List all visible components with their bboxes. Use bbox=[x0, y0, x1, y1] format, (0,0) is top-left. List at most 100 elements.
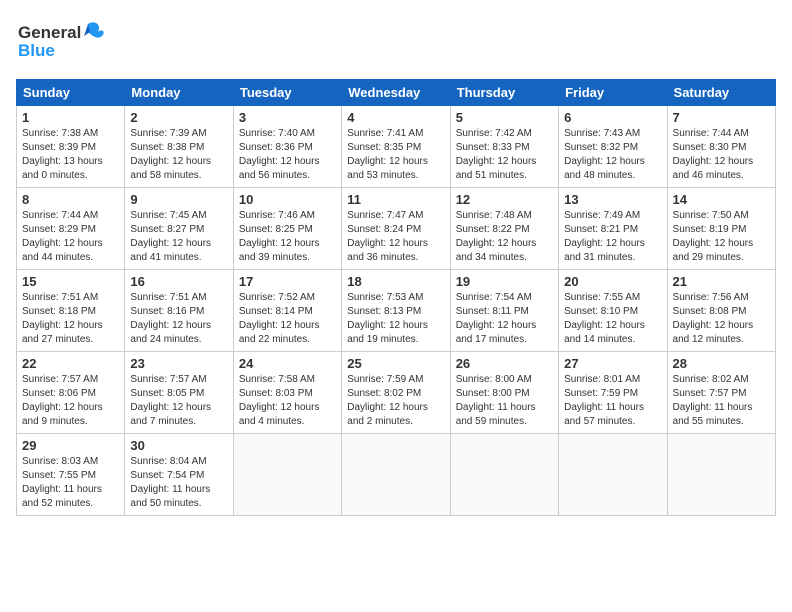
calendar-cell: 3 Sunrise: 7:40 AM Sunset: 8:36 PM Daylig… bbox=[233, 106, 341, 188]
calendar-cell: 28Sunrise: 8:02 AM Sunset: 7:57 PM Dayli… bbox=[667, 352, 775, 434]
cell-content: Sunrise: 7:40 AM Sunset: 8:36 PM Dayligh… bbox=[239, 127, 336, 183]
calendar-cell: 29Sunrise: 8:03 AM Sunset: 7:55 PM Dayli… bbox=[17, 434, 125, 516]
day-number: 1 bbox=[22, 110, 119, 125]
day-number: 22 bbox=[22, 356, 119, 371]
cell-content: Sunrise: 7:54 AM Sunset: 8:11 PM Dayligh… bbox=[456, 291, 553, 347]
calendar-cell: 5 Sunrise: 7:42 AM Sunset: 8:33 PM Daylig… bbox=[450, 106, 558, 188]
day-number: 10 bbox=[239, 192, 336, 207]
day-number: 3 bbox=[239, 110, 336, 125]
cell-content: Sunrise: 7:39 AM Sunset: 8:38 PM Dayligh… bbox=[130, 127, 227, 183]
calendar-cell: 11 Sunrise: 7:47 AM Sunset: 8:24 PM Dayli… bbox=[342, 188, 450, 270]
day-number: 19 bbox=[456, 274, 553, 289]
page-container: General Blue SundayMondayTuesdayWednesda… bbox=[0, 0, 792, 524]
day-number: 23 bbox=[130, 356, 227, 371]
day-number: 25 bbox=[347, 356, 444, 371]
calendar-cell: 16 Sunrise: 7:51 AM Sunset: 8:16 PM Dayli… bbox=[125, 270, 233, 352]
calendar-cell: 9Sunrise: 7:45 AM Sunset: 8:27 PM Daylig… bbox=[125, 188, 233, 270]
calendar-week-5: 29Sunrise: 8:03 AM Sunset: 7:55 PM Dayli… bbox=[17, 434, 776, 516]
calendar-cell: 18 Sunrise: 7:53 AM Sunset: 8:13 PM Dayli… bbox=[342, 270, 450, 352]
calendar-week-4: 22Sunrise: 7:57 AM Sunset: 8:06 PM Dayli… bbox=[17, 352, 776, 434]
cell-content: Sunrise: 8:01 AM Sunset: 7:59 PM Dayligh… bbox=[564, 373, 661, 429]
cell-content: Sunrise: 7:50 AM Sunset: 8:19 PM Dayligh… bbox=[673, 209, 770, 265]
day-number: 11 bbox=[347, 192, 444, 207]
calendar-cell: 10 Sunrise: 7:46 AM Sunset: 8:25 PM Dayli… bbox=[233, 188, 341, 270]
day-number: 16 bbox=[130, 274, 227, 289]
calendar-cell: 14 Sunrise: 7:50 AM Sunset: 8:19 PM Dayli… bbox=[667, 188, 775, 270]
cell-content: Sunrise: 7:57 AM Sunset: 8:05 PM Dayligh… bbox=[130, 373, 227, 429]
calendar-cell: 7 Sunrise: 7:44 AM Sunset: 8:30 PM Daylig… bbox=[667, 106, 775, 188]
day-number: 28 bbox=[673, 356, 770, 371]
calendar-cell bbox=[450, 434, 558, 516]
calendar-cell: 25 Sunrise: 7:59 AM Sunset: 8:02 PM Dayli… bbox=[342, 352, 450, 434]
day-number: 4 bbox=[347, 110, 444, 125]
day-number: 7 bbox=[673, 110, 770, 125]
svg-text:Blue: Blue bbox=[18, 41, 55, 60]
cell-content: Sunrise: 7:44 AM Sunset: 8:29 PM Dayligh… bbox=[22, 209, 119, 265]
cell-content: Sunrise: 7:44 AM Sunset: 8:30 PM Dayligh… bbox=[673, 127, 770, 183]
weekday-header-wednesday: Wednesday bbox=[342, 80, 450, 106]
logo-text: General Blue bbox=[16, 16, 106, 69]
cell-content: Sunrise: 7:59 AM Sunset: 8:02 PM Dayligh… bbox=[347, 373, 444, 429]
cell-content: Sunrise: 7:51 AM Sunset: 8:16 PM Dayligh… bbox=[130, 291, 227, 347]
calendar-cell: 2 Sunrise: 7:39 AM Sunset: 8:38 PM Daylig… bbox=[125, 106, 233, 188]
cell-content: Sunrise: 7:53 AM Sunset: 8:13 PM Dayligh… bbox=[347, 291, 444, 347]
cell-content: Sunrise: 7:46 AM Sunset: 8:25 PM Dayligh… bbox=[239, 209, 336, 265]
day-number: 12 bbox=[456, 192, 553, 207]
calendar-cell: 26 Sunrise: 8:00 AM Sunset: 8:00 PM Dayli… bbox=[450, 352, 558, 434]
calendar-cell bbox=[233, 434, 341, 516]
calendar-cell: 4Sunrise: 7:41 AM Sunset: 8:35 PM Daylig… bbox=[342, 106, 450, 188]
day-number: 5 bbox=[456, 110, 553, 125]
calendar-cell bbox=[342, 434, 450, 516]
calendar-cell: 8 Sunrise: 7:44 AM Sunset: 8:29 PM Daylig… bbox=[17, 188, 125, 270]
day-number: 14 bbox=[673, 192, 770, 207]
weekday-header-row: SundayMondayTuesdayWednesdayThursdayFrid… bbox=[17, 80, 776, 106]
calendar-cell: 12Sunrise: 7:48 AM Sunset: 8:22 PM Dayli… bbox=[450, 188, 558, 270]
calendar-cell: 22Sunrise: 7:57 AM Sunset: 8:06 PM Dayli… bbox=[17, 352, 125, 434]
calendar-cell bbox=[559, 434, 667, 516]
cell-content: Sunrise: 7:45 AM Sunset: 8:27 PM Dayligh… bbox=[130, 209, 227, 265]
weekday-header-thursday: Thursday bbox=[450, 80, 558, 106]
day-number: 21 bbox=[673, 274, 770, 289]
day-number: 8 bbox=[22, 192, 119, 207]
cell-content: Sunrise: 8:04 AM Sunset: 7:54 PM Dayligh… bbox=[130, 455, 227, 511]
calendar-week-1: 1 Sunrise: 7:38 AM Sunset: 8:39 PM Daylig… bbox=[17, 106, 776, 188]
day-number: 26 bbox=[456, 356, 553, 371]
weekday-header-saturday: Saturday bbox=[667, 80, 775, 106]
day-number: 17 bbox=[239, 274, 336, 289]
day-number: 2 bbox=[130, 110, 227, 125]
calendar-cell: 20Sunrise: 7:55 AM Sunset: 8:10 PM Dayli… bbox=[559, 270, 667, 352]
cell-content: Sunrise: 7:49 AM Sunset: 8:21 PM Dayligh… bbox=[564, 209, 661, 265]
cell-content: Sunrise: 7:38 AM Sunset: 8:39 PM Dayligh… bbox=[22, 127, 119, 183]
cell-content: Sunrise: 7:47 AM Sunset: 8:24 PM Dayligh… bbox=[347, 209, 444, 265]
cell-content: Sunrise: 8:00 AM Sunset: 8:00 PM Dayligh… bbox=[456, 373, 553, 429]
day-number: 6 bbox=[564, 110, 661, 125]
day-number: 18 bbox=[347, 274, 444, 289]
weekday-header-tuesday: Tuesday bbox=[233, 80, 341, 106]
calendar-cell: 30 Sunrise: 8:04 AM Sunset: 7:54 PM Dayli… bbox=[125, 434, 233, 516]
calendar-cell: 27 Sunrise: 8:01 AM Sunset: 7:59 PM Dayli… bbox=[559, 352, 667, 434]
calendar-cell: 19 Sunrise: 7:54 AM Sunset: 8:11 PM Dayli… bbox=[450, 270, 558, 352]
svg-text:General: General bbox=[18, 23, 81, 42]
weekday-header-friday: Friday bbox=[559, 80, 667, 106]
cell-content: Sunrise: 7:42 AM Sunset: 8:33 PM Dayligh… bbox=[456, 127, 553, 183]
weekday-header-monday: Monday bbox=[125, 80, 233, 106]
logo: General Blue bbox=[16, 16, 106, 69]
day-number: 30 bbox=[130, 438, 227, 453]
cell-content: Sunrise: 7:51 AM Sunset: 8:18 PM Dayligh… bbox=[22, 291, 119, 347]
calendar-week-2: 8 Sunrise: 7:44 AM Sunset: 8:29 PM Daylig… bbox=[17, 188, 776, 270]
day-number: 13 bbox=[564, 192, 661, 207]
calendar-cell: 13 Sunrise: 7:49 AM Sunset: 8:21 PM Dayli… bbox=[559, 188, 667, 270]
calendar-cell: 1 Sunrise: 7:38 AM Sunset: 8:39 PM Daylig… bbox=[17, 106, 125, 188]
day-number: 27 bbox=[564, 356, 661, 371]
cell-content: Sunrise: 7:52 AM Sunset: 8:14 PM Dayligh… bbox=[239, 291, 336, 347]
calendar-table: SundayMondayTuesdayWednesdayThursdayFrid… bbox=[16, 79, 776, 516]
day-number: 24 bbox=[239, 356, 336, 371]
weekday-header-sunday: Sunday bbox=[17, 80, 125, 106]
day-number: 29 bbox=[22, 438, 119, 453]
cell-content: Sunrise: 7:58 AM Sunset: 8:03 PM Dayligh… bbox=[239, 373, 336, 429]
calendar-cell: 24 Sunrise: 7:58 AM Sunset: 8:03 PM Dayli… bbox=[233, 352, 341, 434]
header: General Blue bbox=[16, 16, 776, 69]
day-number: 15 bbox=[22, 274, 119, 289]
calendar-cell: 15 Sunrise: 7:51 AM Sunset: 8:18 PM Dayli… bbox=[17, 270, 125, 352]
calendar-week-3: 15 Sunrise: 7:51 AM Sunset: 8:18 PM Dayli… bbox=[17, 270, 776, 352]
